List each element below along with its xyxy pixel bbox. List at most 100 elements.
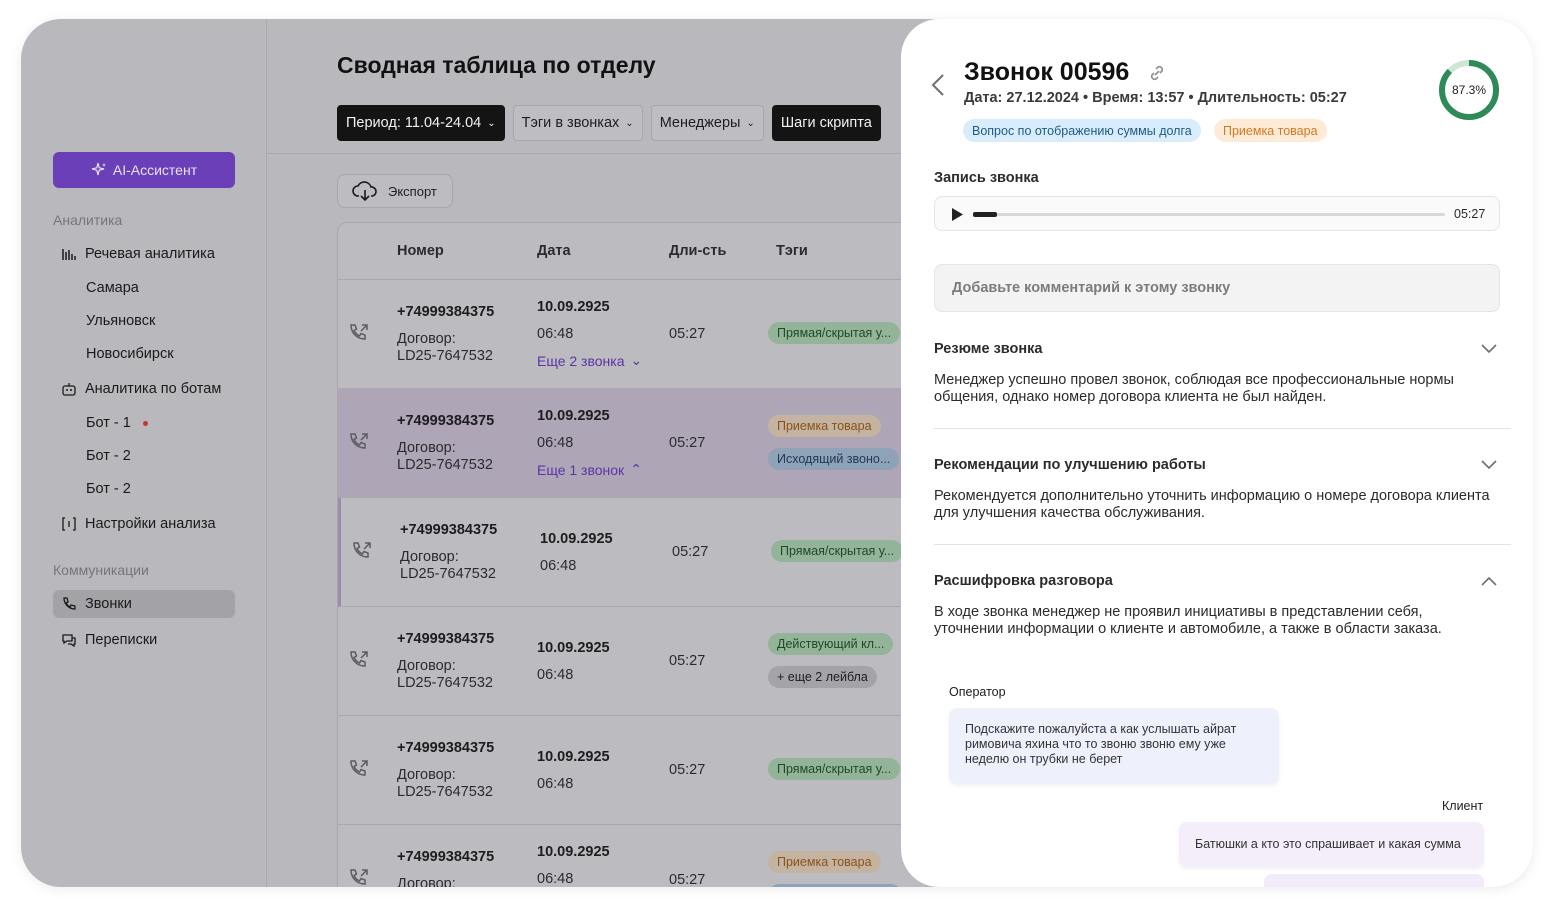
sidebar-item-speech-analytics[interactable]: Речевая аналитика [61, 243, 215, 265]
notification-dot [142, 420, 148, 426]
recommendations-title[interactable]: Рекомендации по улучшению работы [934, 457, 1206, 473]
comment-input[interactable]: Добавьте комментарий к этому звонку [934, 264, 1500, 312]
operator-label: Оператор [949, 685, 1006, 699]
sidebar-item-city-ulyanovsk[interactable]: Ульяновск [86, 310, 155, 332]
sidebar-item-label: Бот - 2 [86, 481, 131, 497]
contract-label: Договор: [400, 549, 459, 565]
call-duration: 05:27 [669, 872, 706, 887]
table-row[interactable]: +74999384375 Договор: LD25-7647532 10.09… [338, 607, 926, 716]
outgoing-call-icon [350, 324, 368, 340]
period-filter[interactable]: Период: 11.04-24.04 ⌄ [337, 105, 505, 141]
sidebar-item-bot-analytics[interactable]: Аналитика по ботам [61, 378, 221, 400]
column-header-duration[interactable]: Дли-сть [669, 243, 726, 259]
sidebar-item-city-novosibirsk[interactable]: Новосибирск [86, 343, 174, 365]
outgoing-call-icon [350, 651, 368, 667]
more-calls-label: Еще 2 звонка [537, 352, 625, 369]
sidebar-item-label: Переписки [85, 632, 158, 648]
calls-table: Номер Дата Дли-сть Тэги +74999384375 Дог… [337, 222, 927, 887]
call-meta: Дата: 27.12.2024 • Время: 13:57 • Длител… [964, 90, 1347, 106]
table-row[interactable]: +74999384375 Договор: LD25-7647532 10.09… [338, 498, 926, 607]
phone-number: +74999384375 [397, 849, 495, 865]
chat-icon [62, 634, 76, 648]
contract-id: LD25-7647532 [397, 348, 493, 364]
tag-badge[interactable]: Действующий кл... [768, 633, 894, 655]
chevron-down-icon[interactable] [1481, 344, 1497, 354]
sidebar-item-label: Самара [86, 280, 139, 296]
tag-badge[interactable]: Прямая/скрытая у... [768, 322, 901, 344]
audio-track[interactable] [973, 213, 1445, 216]
recording-label: Запись звонка [934, 170, 1039, 186]
client-message-partial [1264, 874, 1484, 887]
tag-badge[interactable]: Прямая/скрытая у... [768, 758, 901, 780]
communications-section-title: Коммуникации [53, 562, 149, 578]
call-duration: 05:27 [669, 653, 706, 669]
chevron-up-icon: ⌃ [630, 461, 642, 477]
summary-text: Менеджер успешно провел звонок, соблюдая… [934, 372, 1454, 405]
script-steps-filter[interactable]: Шаги скрипта [771, 105, 881, 141]
sidebar-item-label: Бот - 1 [86, 415, 131, 431]
chevron-up-icon[interactable] [1481, 576, 1497, 586]
table-row[interactable]: +74999384375 Договор: 10.09.2925 06:48 0… [338, 825, 926, 887]
table-row[interactable]: +74999384375 Договор: LD25-7647532 10.09… [338, 389, 926, 498]
contract-id: LD25-7647532 [397, 457, 493, 473]
tag-badge-partial[interactable] [768, 884, 902, 887]
chevron-left-icon[interactable] [931, 73, 945, 97]
tag-badge[interactable]: Прямая/скрытая у... [771, 540, 904, 562]
more-calls-link[interactable]: Еще 1 звонок ⌃ [537, 461, 642, 478]
link-icon[interactable] [1147, 63, 1167, 83]
column-header-date[interactable]: Дата [537, 243, 571, 259]
sidebar-item-analysis-settings[interactable]: Настройки анализа [61, 513, 216, 535]
cloud-download-icon [352, 181, 377, 202]
outgoing-call-icon [350, 869, 368, 885]
column-header-tags[interactable]: Тэги [776, 243, 808, 259]
contract-id: LD25-7647532 [397, 675, 493, 691]
score-value: 87.3% [1451, 83, 1487, 97]
phone-number: +74999384375 [397, 740, 495, 756]
outgoing-call-icon [353, 542, 371, 558]
tag-badge[interactable]: Приемка товара [768, 415, 881, 437]
call-date: 10.09.2925 [537, 749, 610, 765]
phone-icon [63, 597, 76, 610]
sidebar-item-label: Ульяновск [86, 313, 156, 329]
client-label: Клиент [1442, 799, 1484, 813]
recommendations-text: Рекомендуется дополнительно уточнить инф… [934, 488, 1490, 521]
export-label: Экспорт [388, 183, 437, 199]
filter-label: Период: 11.04-24.04 [346, 115, 482, 131]
table-row[interactable]: +74999384375 Договор: LD25-7647532 10.09… [338, 716, 926, 825]
transcript-title[interactable]: Расшифровка разговора [934, 573, 1113, 589]
contract-id: LD25-7647532 [397, 784, 493, 800]
sidebar-item-bot-2b[interactable]: Бот - 2 [86, 478, 131, 500]
robot-icon [62, 383, 76, 396]
phone-number: +74999384375 [400, 522, 498, 538]
main-content: Сводная таблица по отделу Период: 11.04-… [267, 19, 927, 887]
panel-tag[interactable]: Приемка товара [1214, 119, 1327, 142]
table-row[interactable]: +74999384375 Договор: LD25-7647532 10.09… [338, 280, 926, 389]
sidebar-item-bot-1[interactable]: Бот - 1 [86, 412, 148, 434]
tag-badge[interactable]: Приемка товара [768, 851, 881, 873]
more-calls-link[interactable]: Еще 2 звонка ⌄ [537, 352, 642, 369]
panel-tag[interactable]: Вопрос по отображению суммы долга [963, 119, 1201, 142]
tags-filter[interactable]: Тэги в звонках ⌄ [512, 105, 643, 141]
call-date: 10.09.2925 [540, 531, 613, 547]
column-header-number[interactable]: Номер [397, 243, 444, 259]
chevron-down-icon[interactable] [1481, 460, 1497, 470]
sidebar-item-label: Новосибирск [86, 346, 174, 362]
sidebar-item-calls[interactable]: Звонки [61, 593, 132, 615]
chevron-down-icon: ⌄ [625, 117, 634, 129]
audio-progress[interactable] [973, 212, 997, 217]
sidebar-item-bot-2[interactable]: Бот - 2 [86, 445, 131, 467]
play-icon[interactable] [951, 208, 963, 221]
ai-assistant-button[interactable]: AI-Ассистент [53, 152, 235, 188]
more-labels-badge[interactable]: + еще 2 лейбла [768, 666, 877, 688]
managers-filter[interactable]: Менеджеры ⌄ [650, 105, 764, 141]
summary-title[interactable]: Резюме звонка [934, 341, 1042, 357]
bar-chart-icon [62, 249, 76, 260]
analytics-section-title: Аналитика [53, 212, 123, 228]
call-time: 06:48 [537, 667, 574, 683]
export-button[interactable]: Экспорт [337, 174, 453, 208]
sidebar-item-label: Звонки [85, 596, 132, 612]
table-header: Номер Дата Дли-сть Тэги [338, 223, 926, 280]
sidebar-item-chats[interactable]: Переписки [61, 629, 157, 651]
tag-badge[interactable]: Исходящий звоно... [768, 448, 900, 470]
sidebar-item-city-samara[interactable]: Самара [86, 277, 139, 299]
